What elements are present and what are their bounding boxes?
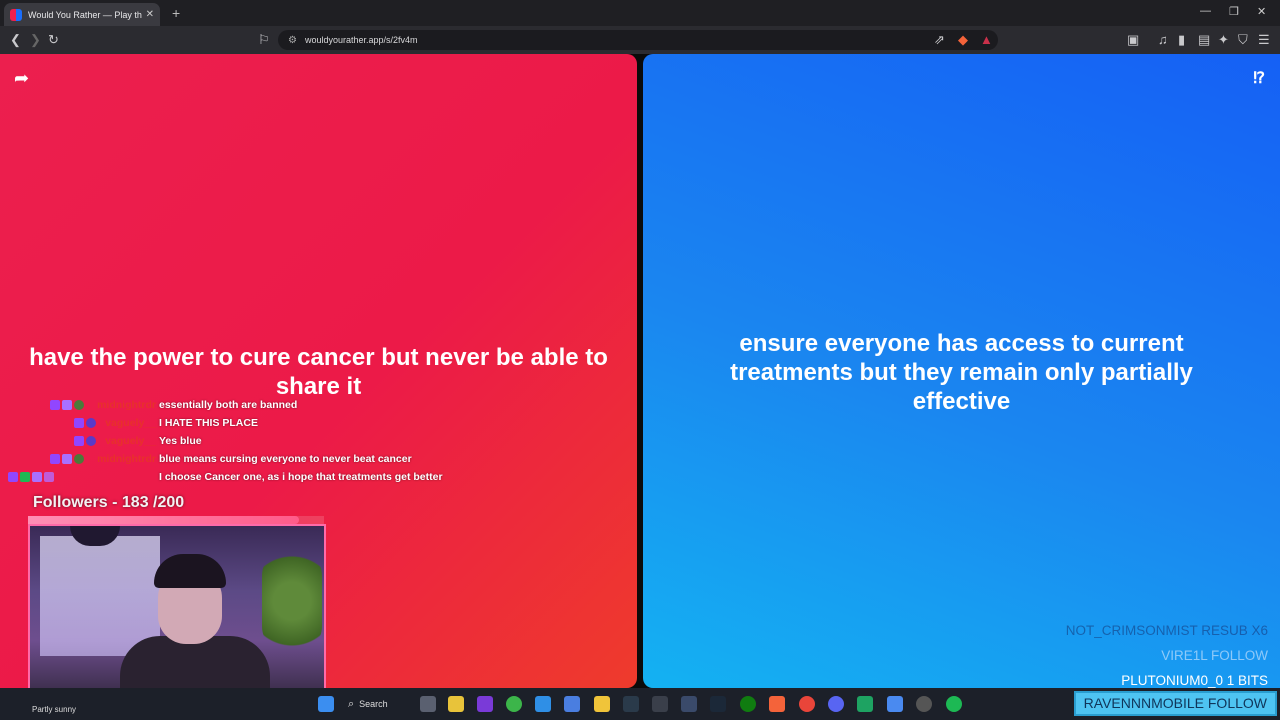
- leo-ai-icon[interactable]: ✦: [1218, 32, 1229, 48]
- back-icon[interactable]: ❮: [10, 32, 21, 48]
- option-right-text: ensure everyone has access to current tr…: [730, 329, 1193, 415]
- webcam-person-body: [120, 636, 270, 690]
- xbox-icon[interactable]: [740, 696, 756, 712]
- app-icon[interactable]: [681, 696, 697, 712]
- chat-message: vaguely__ I HATE THIS PLACE: [8, 415, 508, 433]
- alert-follow-box: RAVENNNMOBILE FOLLOW: [1073, 691, 1277, 716]
- tab-close-icon[interactable]: ✕: [146, 9, 154, 20]
- sidebar-icon[interactable]: ▮: [1178, 32, 1185, 48]
- new-tab-icon[interactable]: +: [172, 5, 180, 21]
- chat-username[interactable]: vaguely__: [76, 435, 156, 447]
- url-text: wouldyourather.app/s/2fv4m: [304, 35, 418, 45]
- stream-alerts: NOT_CRIMSONMIST RESUB X6 VIRE1L FOLLOW P…: [1066, 618, 1268, 693]
- webcam-beanie: [154, 554, 226, 588]
- store-icon[interactable]: [564, 696, 580, 712]
- chat-message: vaguely__ Yes blue: [8, 433, 508, 451]
- browser-titlebar: Would You Rather — Play the O ✕ + — ❐ ✕: [0, 0, 1280, 26]
- address-bar[interactable]: ⚙ wouldyourather.app/s/2fv4m: [278, 30, 998, 50]
- share-icon[interactable]: ➦: [14, 68, 29, 89]
- moderator-badge-icon: [8, 472, 18, 482]
- restore-icon[interactable]: ❐: [1229, 5, 1239, 18]
- app-icon[interactable]: [652, 696, 668, 712]
- bits-badge-icon: [44, 472, 54, 482]
- menu-icon[interactable]: ☰: [1258, 32, 1270, 48]
- chat-message: midnightrdr blue means cursing everyone …: [8, 451, 508, 469]
- chat-message: I choose Cancer one, as i hope that trea…: [8, 469, 508, 487]
- app-icon[interactable]: [623, 696, 639, 712]
- chat-username[interactable]: vaguely__: [76, 417, 156, 429]
- tab-title: Would You Rather — Play the O: [28, 9, 142, 20]
- site-info-icon[interactable]: ⚙: [288, 35, 297, 46]
- chat-badges: [8, 472, 54, 483]
- chat-username[interactable]: midnightrdr: [76, 453, 156, 465]
- alert-line: VIRE1L FOLLOW: [1161, 648, 1268, 663]
- reload-icon[interactable]: ↻: [48, 32, 59, 48]
- brave-shields-icon[interactable]: ◆: [958, 32, 968, 48]
- option-right-card[interactable]: ⁉ ensure everyone has access to current …: [643, 54, 1280, 688]
- start-icon[interactable]: [318, 696, 334, 712]
- subscriber-badge-icon: [32, 472, 42, 482]
- drive-icon[interactable]: [857, 696, 873, 712]
- app-icon[interactable]: [506, 696, 522, 712]
- task-view-icon[interactable]: [420, 696, 436, 712]
- brave-icon[interactable]: [769, 696, 785, 712]
- sticky-notes-icon[interactable]: [448, 696, 464, 712]
- vpn-icon[interactable]: ⛉: [1238, 32, 1248, 48]
- webcam-plant: [262, 546, 322, 656]
- wallet-icon[interactable]: ▤: [1198, 32, 1210, 48]
- taskbar-search[interactable]: ⌕ Search: [348, 694, 408, 714]
- extensions-icon[interactable]: ▣: [1127, 32, 1139, 48]
- media-icon[interactable]: ♫: [1158, 32, 1168, 48]
- webcam-window: [40, 536, 160, 656]
- chat-text: I choose Cancer one, as i hope that trea…: [159, 471, 443, 483]
- followers-goal-bar: [28, 516, 324, 524]
- chat-username[interactable]: midnightrdr: [76, 399, 156, 411]
- share-page-icon[interactable]: ⇗: [934, 32, 945, 48]
- moderator-badge-icon: [50, 454, 60, 464]
- obs-icon[interactable]: [916, 696, 932, 712]
- chat-text: Yes blue: [159, 435, 202, 447]
- bookmark-icon[interactable]: ⚐: [258, 32, 270, 48]
- steam-icon[interactable]: [710, 696, 726, 712]
- weather-text[interactable]: Partly sunny: [32, 705, 76, 714]
- followers-goal-fill: [28, 516, 299, 524]
- webcam-feed: [28, 524, 326, 692]
- chat-text: I HATE THIS PLACE: [159, 417, 258, 429]
- chat-text: blue means cursing everyone to never bea…: [159, 453, 412, 465]
- close-window-icon[interactable]: ✕: [1257, 5, 1266, 18]
- file-explorer-icon[interactable]: [594, 696, 610, 712]
- vip-badge-icon: [20, 472, 30, 482]
- copilot-icon[interactable]: [535, 696, 551, 712]
- app-icon[interactable]: [477, 696, 493, 712]
- stream-chat: midnightrdr essentially both are banned …: [8, 397, 508, 487]
- site-favicon-icon: [10, 8, 22, 21]
- moderator-badge-icon: [50, 400, 60, 410]
- browser-tab[interactable]: Would You Rather — Play the O ✕: [4, 3, 160, 26]
- search-icon: ⌕: [348, 697, 355, 710]
- interrobang-icon[interactable]: ⁉: [1253, 68, 1265, 88]
- search-label: Search: [359, 699, 388, 709]
- chrome-icon[interactable]: [799, 696, 815, 712]
- chat-message: midnightrdr essentially both are banned: [8, 397, 508, 415]
- chat-text: essentially both are banned: [159, 399, 298, 411]
- browser-toolbar: ❮ ❯ ↻ ⚐ ⚙ wouldyourather.app/s/2fv4m ⇗ ◆…: [0, 26, 1280, 54]
- brave-rewards-icon[interactable]: ▲: [980, 32, 993, 48]
- alert-line: NOT_CRIMSONMIST RESUB X6: [1065, 623, 1268, 638]
- subscriber-badge-icon: [62, 454, 72, 464]
- discord-icon[interactable]: [828, 696, 844, 712]
- option-left-text: have the power to cure cancer but never …: [29, 344, 608, 400]
- followers-goal-label: Followers - 183 /200: [33, 494, 185, 511]
- forward-icon[interactable]: ❯: [30, 32, 41, 48]
- spotify-icon[interactable]: [946, 696, 962, 712]
- gemini-icon[interactable]: [887, 696, 903, 712]
- subscriber-badge-icon: [62, 400, 72, 410]
- minimize-icon[interactable]: —: [1200, 5, 1211, 17]
